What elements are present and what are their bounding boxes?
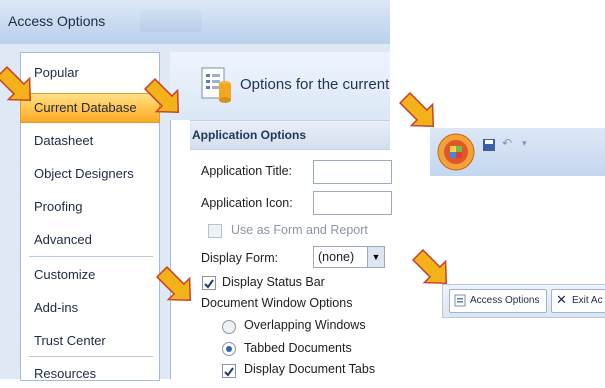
application-title-field[interactable] — [313, 160, 392, 184]
sidebar-item-label: Customize — [34, 267, 96, 282]
sidebar-item-trust-center[interactable]: Trust Center — [21, 327, 159, 355]
tabbed-documents-label: Tabbed Documents — [244, 341, 352, 355]
undo-icon[interactable]: ↶ — [502, 136, 512, 150]
sidebar-item-label: Object Designers — [34, 166, 134, 181]
display-status-bar-label: Display Status Bar — [222, 275, 325, 289]
sidebar-item-resources[interactable]: Resources — [21, 360, 159, 388]
use-as-form-label: Use as Form and Report — [231, 223, 368, 237]
display-form-value: (none) — [318, 250, 355, 264]
quick-access-toolbar-crop: ↶ ▾ — [430, 128, 605, 176]
sidebar-item-popular[interactable]: Popular — [21, 59, 159, 87]
display-document-tabs-label: Display Document Tabs — [244, 362, 376, 376]
window-title: Access Options — [8, 13, 106, 29]
application-icon-label: Application Icon: — [201, 196, 293, 210]
document-settings-icon — [201, 67, 231, 103]
overlapping-windows-radio[interactable] — [222, 320, 236, 334]
use-as-form-checkbox[interactable] — [208, 224, 222, 238]
options-sidebar: Popular Current Database Datasheet Objec… — [20, 52, 160, 381]
title-bar: Access Options — [0, 0, 390, 45]
panel-header-text: Options for the current — [240, 76, 390, 93]
access-options-label: Access Options — [470, 295, 540, 306]
application-icon-field[interactable] — [313, 191, 392, 215]
display-form-select[interactable]: (none) ▼ — [313, 246, 385, 268]
options-page-icon — [454, 294, 466, 307]
sidebar-divider — [29, 256, 153, 257]
sidebar-item-add-ins[interactable]: Add-ins — [21, 294, 159, 322]
save-icon[interactable] — [482, 138, 496, 152]
sidebar-item-label: Advanced — [34, 232, 92, 247]
sidebar-item-label: Trust Center — [34, 333, 106, 348]
sidebar-item-datasheet[interactable]: Datasheet — [21, 127, 159, 155]
sidebar-item-label: Current Database — [34, 100, 137, 115]
section-title: Application Options — [192, 128, 306, 142]
close-icon: ✕ — [556, 292, 567, 307]
tabbed-documents-radio[interactable] — [222, 342, 236, 356]
overlapping-windows-label: Overlapping Windows — [244, 318, 366, 332]
chevron-down-icon[interactable]: ▼ — [367, 247, 384, 267]
section-application-options: Application Options — [190, 120, 390, 150]
sidebar-item-label: Proofing — [34, 199, 83, 214]
sidebar-item-label: Datasheet — [34, 133, 94, 148]
sidebar-item-label: Popular — [34, 65, 79, 80]
doc-window-options-label: Document Window Options — [201, 296, 353, 310]
display-document-tabs-checkbox[interactable] — [222, 364, 236, 378]
checkmark-icon — [224, 367, 234, 377]
office-button-icon[interactable] — [436, 132, 476, 172]
sidebar-item-current-database[interactable]: Current Database — [20, 93, 160, 123]
sidebar-item-customize[interactable]: Customize — [21, 261, 159, 289]
radio-selected-dot — [226, 346, 232, 352]
sidebar-item-proofing[interactable]: Proofing — [21, 193, 159, 221]
chevron-down-icon[interactable]: ▾ — [522, 138, 527, 149]
checkmark-icon — [204, 279, 214, 289]
panel-header: Options for the current — [170, 52, 390, 120]
toolbar-crop: Access Options ✕ Exit Ac — [442, 284, 605, 318]
sidebar-item-advanced[interactable]: Advanced — [21, 226, 159, 254]
sidebar-divider — [29, 356, 153, 357]
display-form-label: Display Form: — [201, 251, 279, 265]
sidebar-item-object-designers[interactable]: Object Designers — [21, 160, 159, 188]
exit-access-button[interactable]: ✕ Exit Ac — [551, 289, 605, 313]
title-bar-ghost-button — [140, 10, 202, 32]
exit-label: Exit Ac — [572, 295, 603, 306]
sidebar-item-label: Add-ins — [34, 300, 79, 315]
display-status-bar-checkbox[interactable] — [202, 276, 216, 290]
access-options-button[interactable]: Access Options — [449, 289, 547, 313]
application-title-label: Application Title: — [201, 164, 293, 178]
